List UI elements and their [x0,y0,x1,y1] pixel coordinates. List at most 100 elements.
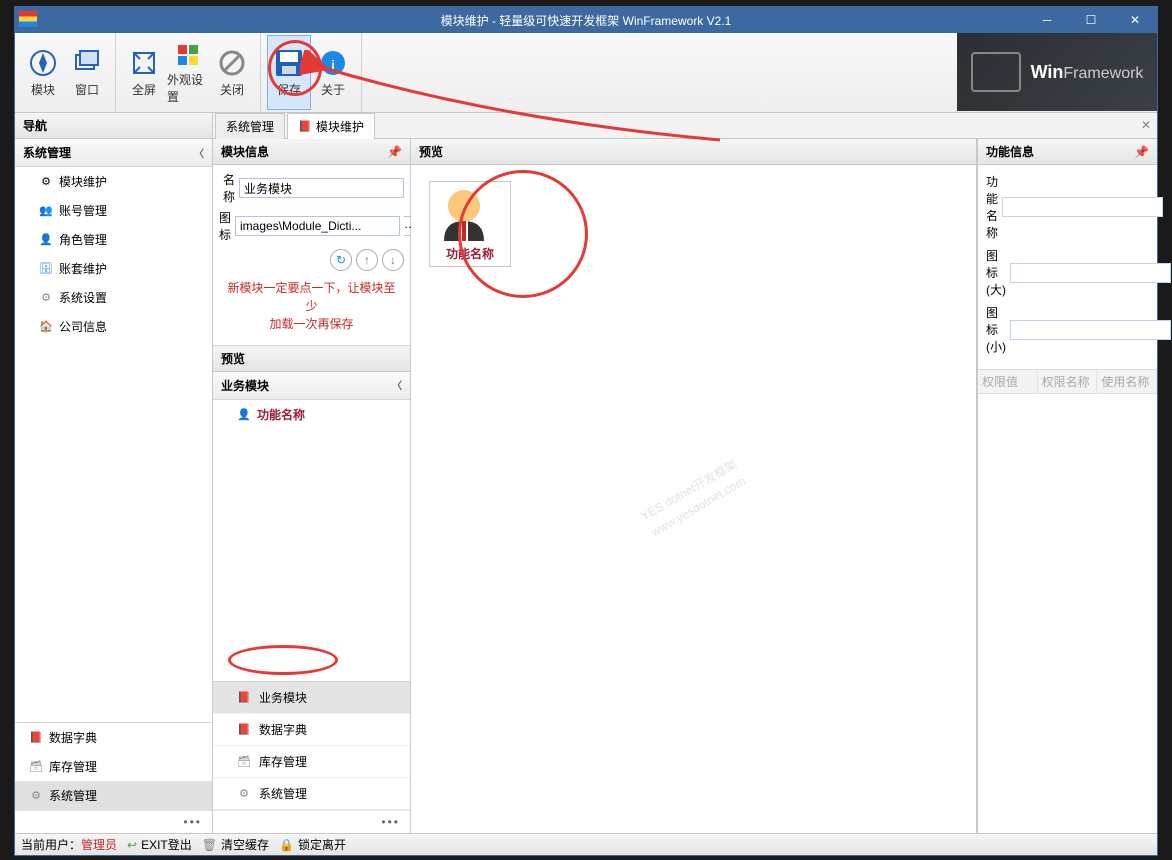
palette-icon [172,40,204,69]
app-icon [19,11,37,27]
mod-stock[interactable]: 🗃库存管理 [213,746,410,778]
nav-item-module-maint[interactable]: ⚙模块维护 [15,167,212,196]
icon-label: 图标 [219,209,231,243]
pin-icon[interactable]: 📌 [387,145,402,159]
module-icon-input[interactable] [235,216,400,236]
stack-icon: 🗃 [29,760,43,774]
move-down-button[interactable]: ↓ [382,249,404,271]
info-icon: i [317,47,349,79]
close-button[interactable]: 关闭 [210,35,254,110]
module-info-header: 模块信息 [221,143,269,160]
func-name-input[interactable] [1002,197,1163,217]
move-up-button[interactable]: ↑ [356,249,378,271]
current-user-label: 当前用户：管理员 [21,836,117,853]
gear-icon: ⚙ [237,787,251,801]
statusbar: 当前用户：管理员 ↩EXIT登出 🗑清空缓存 🔒锁定离开 [15,833,1157,855]
nav-header: 导航 [15,113,212,139]
about-button[interactable]: i 关于 [311,35,355,110]
lock-button[interactable]: 🔒锁定离开 [279,836,346,853]
titlebar: 模块维护 - 轻量级可快速开发框架 WinFramework V2.1 ─ ☐ … [15,7,1157,33]
window-title: 模块维护 - 轻量级可快速开发框架 WinFramework V2.1 [441,12,732,29]
person-icon: 👤 [237,408,251,422]
function-card[interactable]: 功能名称 [429,181,511,267]
tree-group-business[interactable]: 业务模块〈 [213,372,410,400]
trash-icon: 🗑 [202,838,217,852]
nav-section-system[interactable]: 系统管理〈 [15,139,212,167]
users-icon: 👥 [39,204,53,218]
nav-item-settings[interactable]: ⚙系统设置 [15,283,212,312]
refresh-button[interactable]: ↻ [330,249,352,271]
nav-item-role[interactable]: 👤角色管理 [15,225,212,254]
watermark: YES dotnet开发框架www.yesdotnet.com [637,455,750,543]
nav-item-books[interactable]: 🗄账套维护 [15,254,212,283]
svg-text:i: i [331,58,334,72]
gear-icon: ⚙ [29,789,43,803]
cog-icon: ⚙ [39,291,53,305]
name-label: 名称 [219,171,235,205]
nav-panel: 导航 系统管理〈 ⚙模块维护 👥账号管理 👤角色管理 🗄账套维护 ⚙系统设置 🏠… [15,113,213,833]
lock-icon: 🔒 [279,838,294,852]
windows-icon [71,47,103,79]
chevron-left-icon: 〈 [392,377,402,394]
gear-icon: ⚙ [39,175,53,189]
icon-big-label: 图标(大) [986,247,1006,298]
main-area: 系统管理 📕模块维护 ✕ 模块信息📌 名称 图标… ↻ ↑ ↓ [213,113,1157,833]
nav-item-company[interactable]: 🏠公司信息 [15,312,212,341]
save-button[interactable]: 保存 [267,35,311,110]
tree-item-func[interactable]: 👤功能名称 [213,400,410,429]
db-icon: 🗄 [39,262,53,276]
clear-cache-button[interactable]: 🗑清空缓存 [202,836,269,853]
app-window: 模块维护 - 轻量级可快速开发框架 WinFramework V2.1 ─ ☐ … [14,6,1158,856]
save-icon [273,47,305,79]
fullscreen-icon [128,47,160,79]
appearance-button[interactable]: 外观设置 [166,35,210,110]
close-window-button[interactable]: ✕ [1113,7,1157,33]
permission-table-header: 权限值 权限名称 使用名称 [978,369,1157,394]
book-icon: 📕 [29,731,43,745]
exit-button[interactable]: ↩EXIT登出 [127,836,192,853]
icon-small-input[interactable] [1010,320,1171,340]
nav-bottom-system[interactable]: ⚙系统管理 [15,781,212,810]
tab-system[interactable]: 系统管理 [215,113,285,139]
center-preview-header: 预览 [411,139,976,165]
exit-icon: ↩ [127,838,137,852]
preview-panel: 预览 功能名称 YES dotnet开发框架www.yesdotnet.com [411,139,977,833]
mod-overflow[interactable]: ••• [213,810,410,833]
function-card-label: 功能名称 [434,245,506,262]
nav-overflow[interactable]: ••• [15,810,212,833]
function-info-panel: 功能信息📌 功能名称 图标(大)… 图标(小)… 权限值 权限名称 使用名称 [977,139,1157,833]
document-tabs: 系统管理 📕模块维护 ✕ [213,113,1157,139]
fullscreen-button[interactable]: 全屏 [122,35,166,110]
book-icon: 📕 [237,723,251,737]
module-button[interactable]: 模块 [21,35,65,110]
brand-logo: WinFramework [957,33,1157,111]
nav-item-account[interactable]: 👥账号管理 [15,196,212,225]
func-name-label: 功能名称 [986,173,998,241]
icon-big-input[interactable] [1010,263,1171,283]
module-name-input[interactable] [239,178,404,198]
nav-bottom-dict[interactable]: 📕数据字典 [15,723,212,752]
minimize-button[interactable]: ─ [1025,7,1069,33]
compass-icon [27,47,59,79]
mod-dict[interactable]: 📕数据字典 [213,714,410,746]
function-info-header: 功能信息 [986,143,1034,160]
role-icon: 👤 [39,233,53,247]
icon-small-label: 图标(小) [986,304,1006,355]
stack-icon: 🗃 [237,755,251,769]
ribbon: 模块 窗口 全屏 外观设置 关闭 保存 [15,33,1157,113]
module-info-panel: 模块信息📌 名称 图标… ↻ ↑ ↓ 新模块一定要点一下，让模块至少加载一次再保… [213,139,411,833]
tab-module-maint[interactable]: 📕模块维护 [287,113,375,139]
home-icon: 🏠 [39,320,53,334]
avatar-icon [434,186,494,241]
workspace: 导航 系统管理〈 ⚙模块维护 👥账号管理 👤角色管理 🗄账套维护 ⚙系统设置 🏠… [15,113,1157,833]
mod-business[interactable]: 📕业务模块 [213,682,410,714]
preview-header: 预览 [213,346,410,372]
maximize-button[interactable]: ☐ [1069,7,1113,33]
close-tab-icon[interactable]: ✕ [1141,118,1151,132]
nav-bottom-stock[interactable]: 🗃库存管理 [15,752,212,781]
chevron-left-icon: 〈 [194,145,204,160]
hint-text: 新模块一定要点一下，让模块至少加载一次再保存 [219,273,404,339]
mod-system[interactable]: ⚙系统管理 [213,778,410,810]
pin-icon[interactable]: 📌 [1134,145,1149,159]
window-button[interactable]: 窗口 [65,35,109,110]
